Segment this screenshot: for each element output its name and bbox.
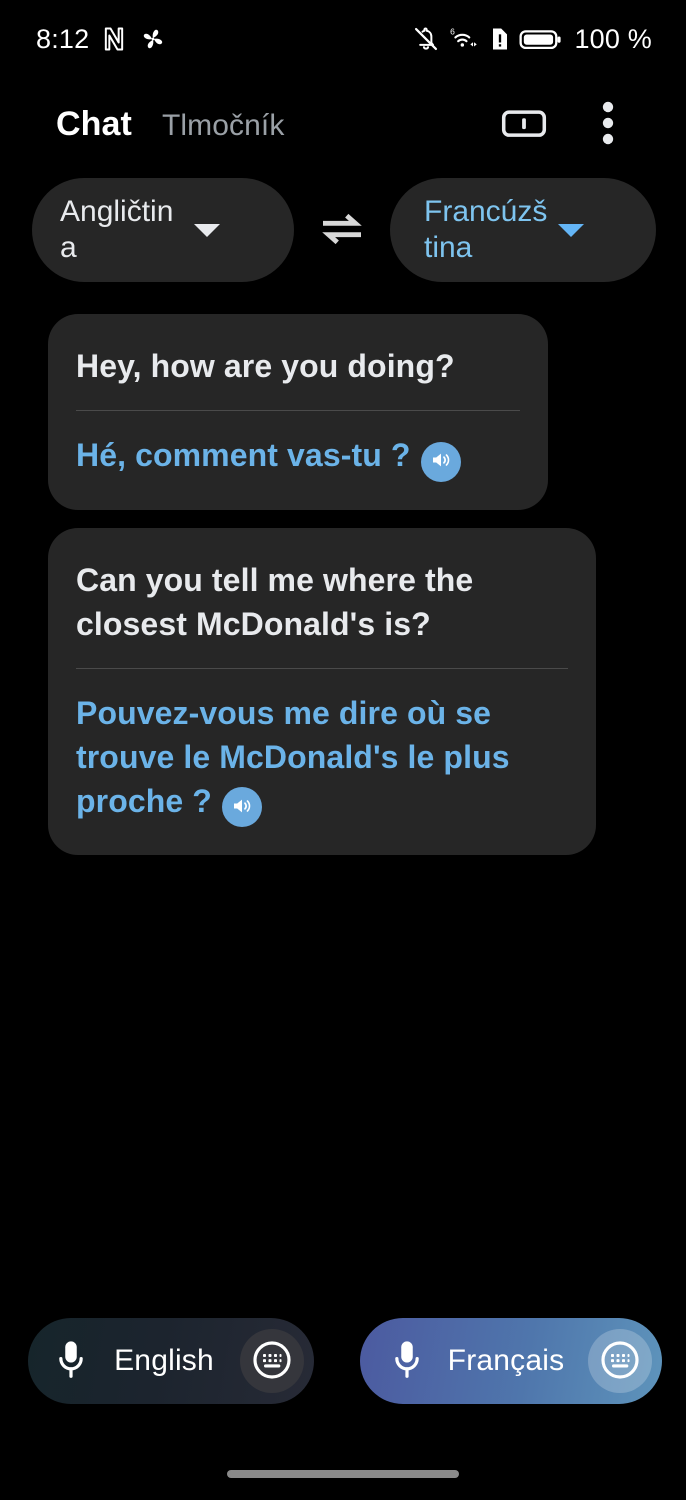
- source-mic-button[interactable]: English: [28, 1318, 314, 1404]
- overflow-menu-icon: [602, 99, 614, 150]
- chevron-down-icon: [558, 223, 584, 237]
- transcribe-view-button[interactable]: [496, 96, 552, 152]
- target-keyboard-button[interactable]: [588, 1329, 652, 1393]
- source-language-label: Angličtina: [60, 195, 174, 264]
- mode-tabs: Chat Tlmočník: [56, 105, 496, 144]
- swap-horizontal-icon: [317, 210, 367, 251]
- app-header: Chat Tlmočník: [0, 78, 686, 170]
- speaker-button[interactable]: [420, 441, 461, 482]
- notifications-muted-icon: [412, 25, 440, 53]
- speaker-icon: [230, 794, 254, 821]
- microphone-icon: [390, 1338, 424, 1385]
- language-selector-bar: Angličtina Francúzština: [0, 170, 686, 282]
- transcribe-view-icon: [501, 106, 547, 143]
- tab-chat[interactable]: Chat: [56, 105, 132, 144]
- message-translated-line: Hé, comment vas-tu ?: [76, 433, 520, 482]
- status-bar: 8:12 6 100 %: [0, 0, 686, 78]
- svg-text:6: 6: [451, 27, 456, 37]
- speaker-button[interactable]: [221, 787, 262, 827]
- microphone-icon: [54, 1338, 88, 1385]
- mic-input-bar: English Français: [0, 1318, 686, 1404]
- home-indicator[interactable]: [227, 1470, 459, 1478]
- wifi-6-icon: 6: [449, 25, 481, 53]
- swap-languages-button[interactable]: [310, 198, 374, 262]
- bubble-divider: [76, 667, 568, 669]
- status-bar-right: 6 100 %: [412, 24, 652, 55]
- message-translated-line: Pouvez-vous me dire où se trouve le McDo…: [76, 691, 568, 827]
- chevron-down-icon: [194, 223, 220, 237]
- pinwheel-icon: [139, 25, 167, 53]
- status-time: 8:12: [36, 23, 90, 54]
- conversation-list: Hey, how are you doing? Hé, comment vas-…: [0, 282, 686, 855]
- tab-interpreter[interactable]: Tlmočník: [162, 109, 285, 143]
- message-bubble[interactable]: Hey, how are you doing? Hé, comment vas-…: [48, 314, 548, 510]
- source-keyboard-button[interactable]: [240, 1329, 304, 1393]
- keyboard-icon: [600, 1340, 640, 1383]
- target-mic-button[interactable]: Français: [360, 1318, 662, 1404]
- message-translated-text: Hé, comment vas-tu ?: [76, 437, 411, 473]
- message-source-text: Hey, how are you doing?: [76, 348, 455, 384]
- battery-percent-label: 100 %: [574, 23, 652, 54]
- battery-full-icon: [519, 25, 563, 53]
- message-translated-text: Pouvez-vous me dire où se trouve le McDo…: [76, 694, 510, 819]
- swap-languages-wrap: [294, 198, 390, 262]
- status-bar-left: 8:12: [36, 24, 167, 55]
- keyboard-icon: [252, 1340, 292, 1383]
- target-language-label: Francúzština: [424, 195, 548, 264]
- message-bubble[interactable]: Can you tell me where the closest McDona…: [48, 527, 596, 855]
- message-source-text: Can you tell me where the closest McDona…: [76, 561, 474, 642]
- target-mic-label: Français: [447, 1344, 565, 1377]
- target-language-chip[interactable]: Francúzština: [390, 178, 656, 282]
- overflow-menu-button[interactable]: [580, 96, 636, 152]
- source-language-chip[interactable]: Angličtina: [32, 178, 294, 282]
- source-mic-label: English: [114, 1344, 214, 1377]
- speaker-icon: [429, 448, 453, 475]
- header-actions: [496, 96, 658, 152]
- nfc-icon: [100, 25, 128, 53]
- sim-alert-icon: [490, 25, 510, 53]
- bubble-divider: [76, 410, 520, 411]
